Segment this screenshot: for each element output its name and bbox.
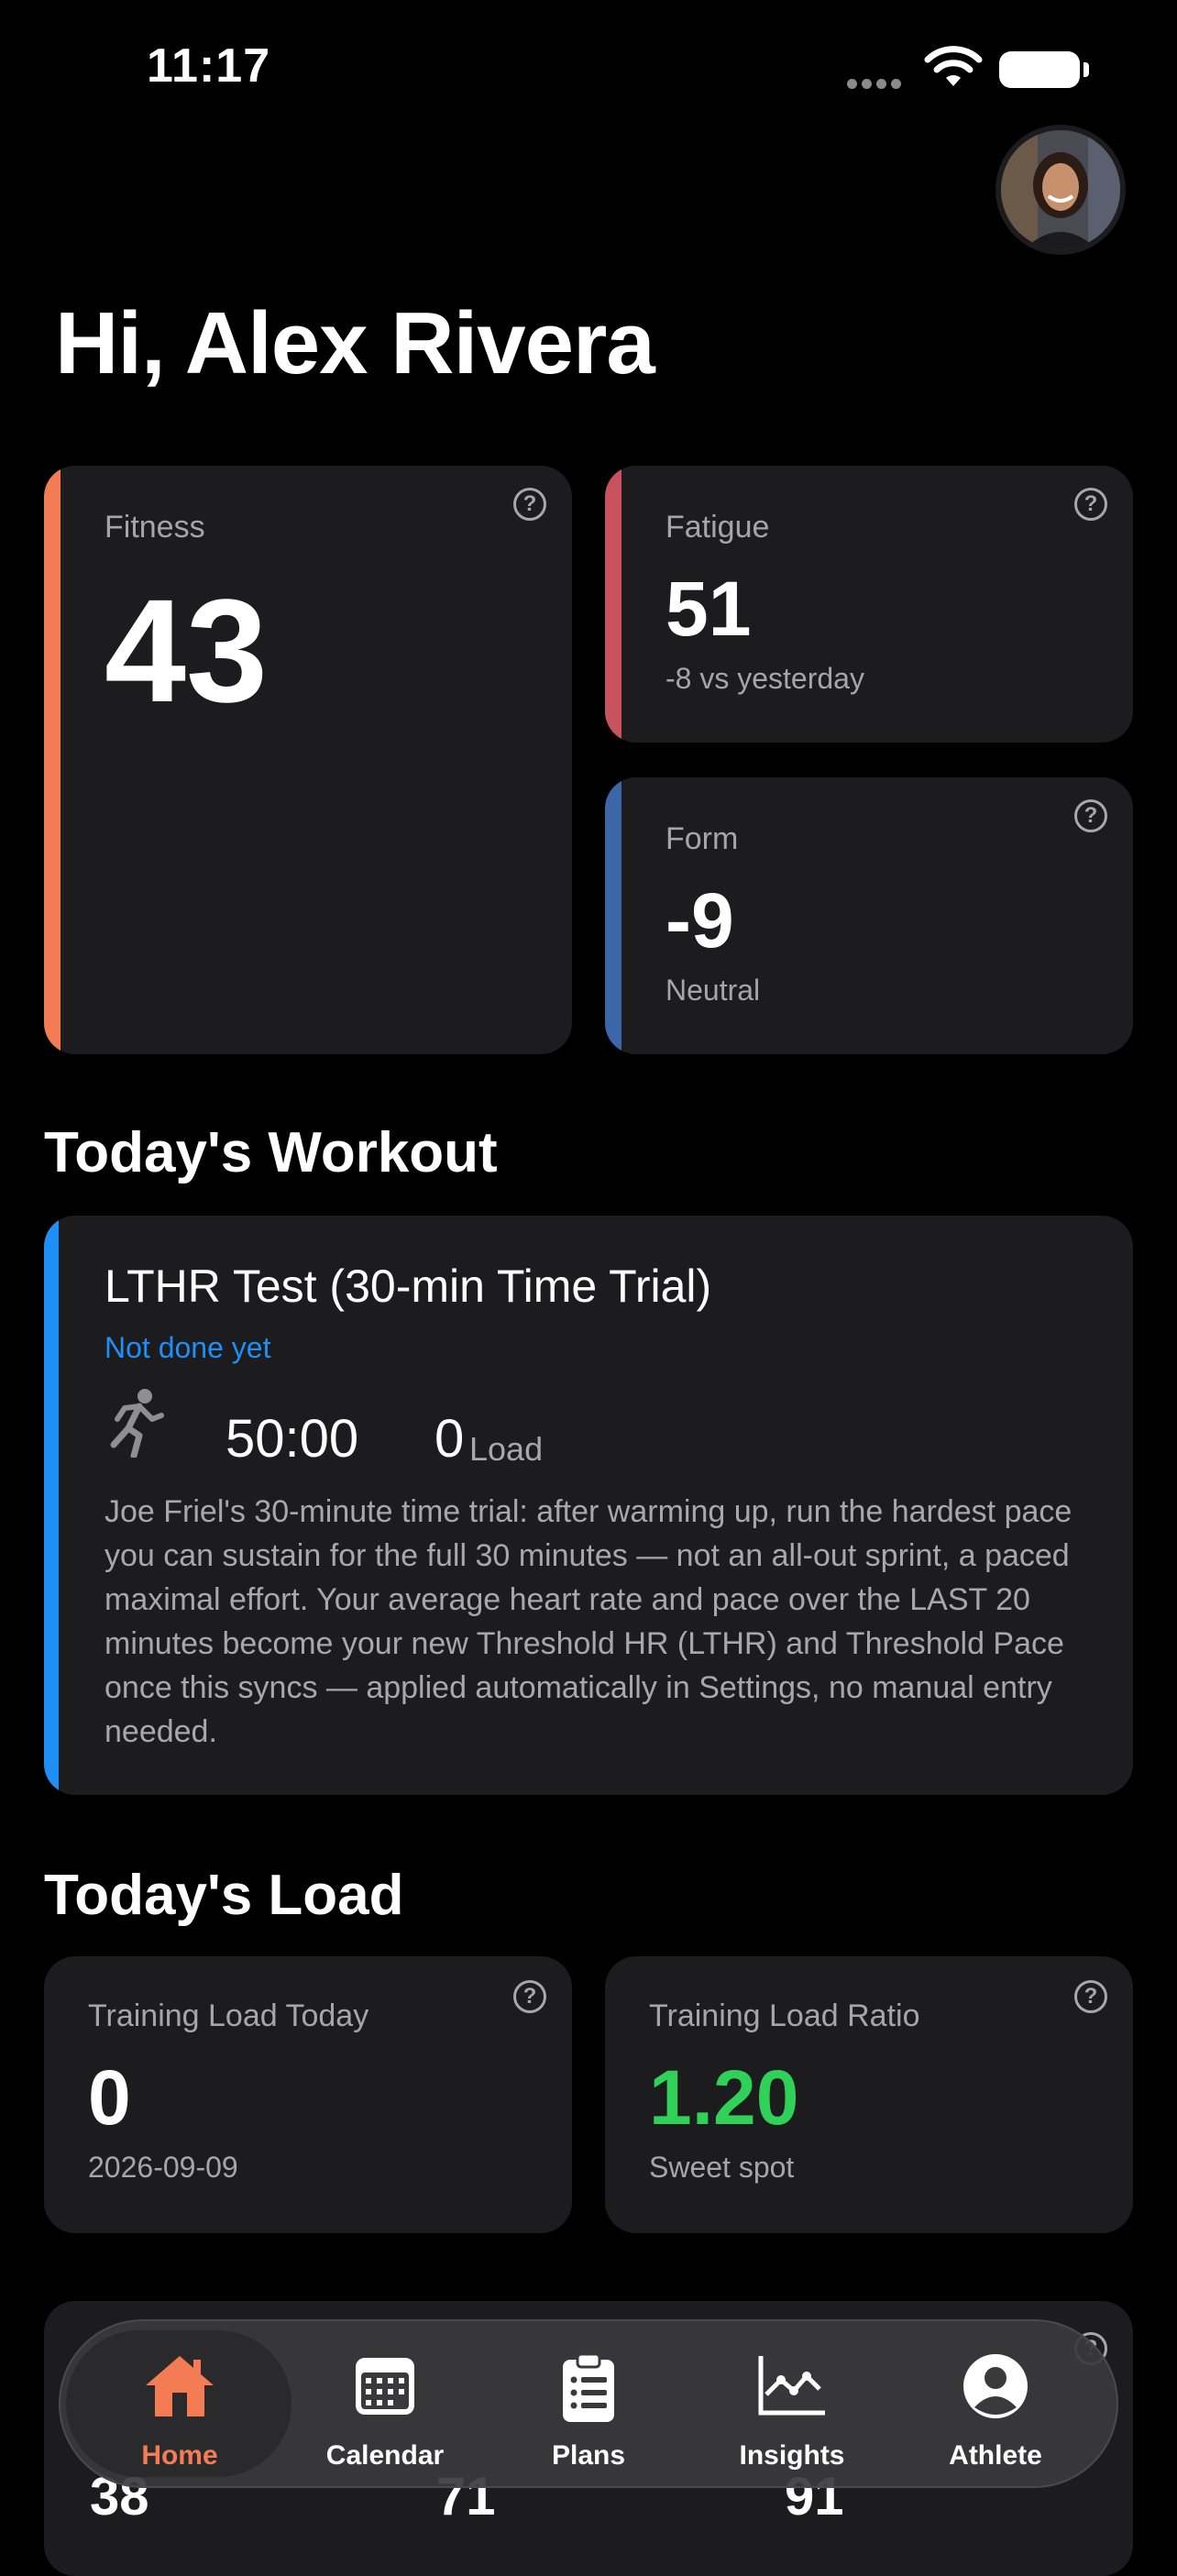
fitness-help-icon[interactable]: ? (513, 488, 546, 521)
chart-line-icon (755, 2352, 829, 2423)
fitness-accent-bar (44, 466, 60, 1054)
fitness-value: 43 (104, 568, 268, 732)
load-ratio-status: Sweet spot (649, 2151, 795, 2184)
training-load-date: 2026-09-09 (88, 2151, 238, 2184)
fitness-label: Fitness (104, 510, 205, 545)
battery-icon (999, 51, 1080, 88)
training-load-value: 0 (88, 2054, 131, 2141)
form-label: Form (666, 821, 739, 856)
load-ratio-help-icon[interactable]: ? (1074, 1980, 1107, 2013)
battery-tip (1084, 62, 1089, 77)
fatigue-help-icon[interactable]: ? (1074, 488, 1107, 521)
training-load-label: Training Load Today (88, 1998, 369, 2033)
fatigue-delta: -8 vs yesterday (666, 662, 864, 695)
tab-home-label: Home (141, 2440, 218, 2471)
avatar[interactable] (1001, 130, 1120, 249)
workout-load-label: Load (469, 1430, 544, 1468)
tab-athlete-label: Athlete (949, 2440, 1042, 2471)
form-accent-bar (605, 777, 622, 1054)
form-status: Neutral (666, 974, 761, 1007)
tab-plans[interactable]: Plans (488, 2319, 689, 2488)
load-ratio-value: 1.20 (649, 2054, 799, 2141)
running-icon (106, 1388, 165, 1462)
tab-calendar-label: Calendar (325, 2440, 445, 2471)
tab-calendar[interactable]: Calendar (284, 2319, 486, 2488)
training-load-card[interactable]: Training Load Today 0 2026-09-09 ? (44, 1956, 572, 2233)
page-title: Hi, Alex Rivera (55, 294, 655, 392)
fatigue-value: 51 (666, 566, 752, 652)
person-circle-icon (962, 2352, 1029, 2425)
load-ratio-label: Training Load Ratio (649, 1998, 920, 2033)
tab-home[interactable]: Home (79, 2319, 280, 2488)
status-time: 11:17 (147, 39, 271, 93)
form-value: -9 (666, 877, 734, 963)
load-ratio-card[interactable]: Training Load Ratio 1.20 Sweet spot ? (605, 1956, 1133, 2233)
tab-athlete[interactable]: Athlete (895, 2319, 1096, 2488)
workout-description: Joe Friel's 30-minute time trial: after … (104, 1494, 1072, 1749)
fatigue-label: Fatigue (666, 510, 770, 545)
form-card[interactable]: Form -9 Neutral ? (605, 777, 1133, 1054)
load-section-title: Today's Load (44, 1864, 404, 1927)
clipboard-icon (559, 2352, 618, 2428)
workout-accent-bar (44, 1216, 59, 1795)
workout-section-title: Today's Workout (44, 1121, 498, 1184)
training-load-help-icon[interactable]: ? (513, 1980, 546, 2013)
form-help-icon[interactable]: ? (1074, 799, 1107, 832)
wifi-icon (924, 46, 983, 94)
house-icon (142, 2352, 217, 2425)
workout-load-value: 0 (434, 1409, 465, 1469)
workout-name: LTHR Test (30-min Time Trial) (104, 1260, 712, 1312)
tab-insights-label: Insights (739, 2440, 845, 2471)
fitness-card[interactable]: Fitness 43 ? (44, 466, 572, 1054)
tab-plans-label: Plans (551, 2440, 626, 2471)
tab-insights[interactable]: Insights (691, 2319, 893, 2488)
cellular-signal-icon (847, 77, 906, 94)
calendar-icon (352, 2352, 418, 2423)
tab-bar: Home Calendar Plans Insights Athlete (59, 2319, 1118, 2488)
fatigue-accent-bar (605, 466, 622, 743)
workout-duration: 50:00 (226, 1409, 359, 1469)
fatigue-card[interactable]: Fatigue 51 -8 vs yesterday ? (605, 466, 1133, 743)
workout-status: Not done yet (104, 1331, 271, 1364)
